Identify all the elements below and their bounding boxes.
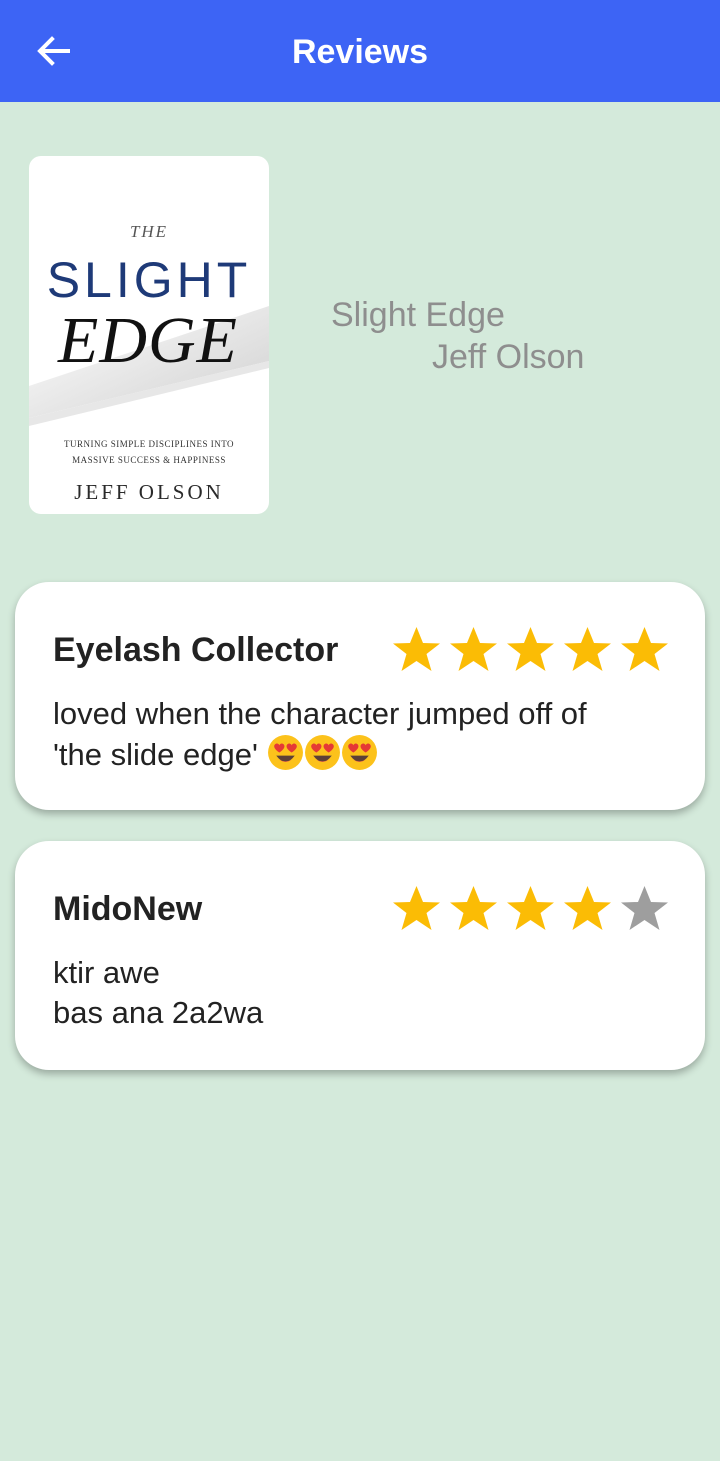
- review-body: ktir awe bas ana 2a2wa: [53, 955, 264, 1030]
- review-text: loved when the character jumped off of '…: [53, 694, 587, 775]
- cover-author: JEFF OLSON: [74, 480, 224, 504]
- app-bar: Reviews: [0, 0, 720, 102]
- cover-the: THE: [129, 222, 169, 241]
- reviewer-name: MidoNew: [53, 890, 203, 928]
- rating-stars: [389, 625, 672, 673]
- book-cover: THE SLIGHT EDGE TURNING SIMPLE DISCIPLIN…: [29, 156, 269, 514]
- star-filled-icon: [393, 627, 440, 671]
- cover-edge: EDGE: [58, 304, 238, 377]
- star-empty-icon: [621, 886, 668, 930]
- star-filled-icon: [450, 627, 497, 671]
- star-filled-icon: [621, 627, 668, 671]
- cover-subtitle-line-1: TURNING SIMPLE DISCIPLINES INTO: [63, 439, 235, 449]
- reviewer-name: Eyelash Collector: [53, 631, 339, 669]
- rating-stars: [389, 884, 672, 932]
- review-text: ktir awe bas ana 2a2wa: [53, 953, 263, 1033]
- star-filled-icon: [507, 627, 554, 671]
- star-filled-icon: [393, 886, 440, 930]
- cover-subtitle: TURNING SIMPLE DISCIPLINES INTO MASSIVE …: [29, 436, 269, 468]
- page-title: Reviews: [291, 33, 429, 71]
- heart-eyes-emoji: [267, 735, 303, 770]
- star-filled-icon: [507, 886, 554, 930]
- cover-slight: SLIGHT: [46, 252, 252, 308]
- emoji-row: [267, 734, 378, 771]
- heart-eyes-emoji: [304, 735, 340, 770]
- review-card: MidoNew ktir awe bas ana 2a2wa: [15, 841, 705, 1070]
- cover-subtitle-line-2: MASSIVE SUCCESS & HAPPINESS: [72, 455, 226, 465]
- heart-eyes-emoji: [341, 735, 377, 770]
- star-filled-icon: [564, 627, 611, 671]
- star-filled-icon: [564, 886, 611, 930]
- review-card: Eyelash Collector loved when the charact…: [15, 582, 705, 810]
- book-title: Slight Edge: [331, 296, 505, 334]
- book-author: Jeff Olson: [432, 338, 585, 376]
- star-filled-icon: [450, 886, 497, 930]
